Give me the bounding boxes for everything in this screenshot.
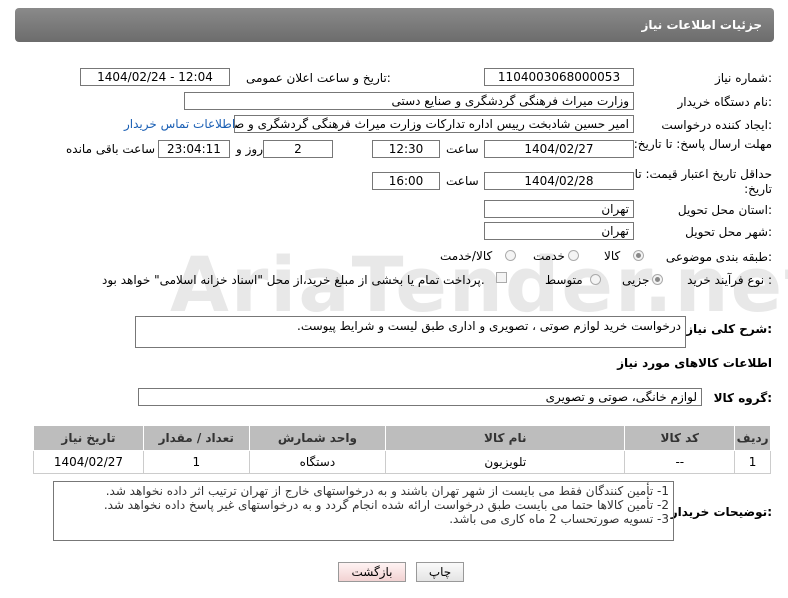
goods-group-field: لوازم خانگی، صوتی و تصویری bbox=[138, 388, 702, 406]
cell-row-number: 1 bbox=[734, 450, 771, 474]
note-line: 2- تأمین کالاها حتما می بایست طبق درخواس… bbox=[103, 498, 669, 512]
col-quantity: تعداد / مقدار bbox=[142, 425, 250, 451]
city-label: شهر محل تحویل: bbox=[685, 225, 772, 239]
process-minor-label: جزیی bbox=[622, 273, 650, 287]
goods-section-title: اطلاعات کالاهای مورد نیاز bbox=[617, 356, 772, 370]
province-label: استان محل تحویل: bbox=[677, 203, 772, 217]
creator-field: امیر حسین شادبخت رییس اداره تدارکات وزار… bbox=[234, 115, 634, 133]
need-number-label: شماره نیاز: bbox=[714, 71, 772, 85]
price-time-label: ساعت bbox=[446, 174, 479, 188]
treasury-payment-text: پرداخت تمام یا بخشی از مبلغ خرید،از محل … bbox=[102, 273, 485, 287]
city-field: تهران bbox=[484, 222, 634, 240]
reply-time-label: ساعت bbox=[446, 142, 479, 156]
category-goods-service-radio[interactable] bbox=[505, 250, 516, 261]
description-label: شرح کلی نیاز: bbox=[686, 322, 772, 336]
need-number-field: 1104003068000053 bbox=[484, 68, 634, 86]
category-goods-label: کالا bbox=[604, 249, 621, 263]
reply-deadline-label: مهلت ارسال پاسخ: تا تاریخ: bbox=[633, 137, 772, 151]
province-field: تهران bbox=[484, 200, 634, 218]
contact-buyer-link[interactable]: اطلاعات تماس خریدار bbox=[124, 117, 235, 131]
announce-field: 1404/02/24 - 12:04 bbox=[80, 68, 230, 86]
note-line: 1- تأمین کنندگان فقط می بایست از شهر تهر… bbox=[105, 484, 669, 498]
category-label: طبقه بندی موضوعی: bbox=[665, 250, 772, 264]
col-row-number: ردیف bbox=[734, 425, 771, 451]
description-field: درخواست خرید لوازم صوتی ، تصویری و اداری… bbox=[135, 316, 686, 348]
cell-item-code: -- bbox=[624, 450, 736, 474]
col-need-date: تاریخ نیاز bbox=[33, 425, 144, 451]
cell-unit: دستگاه bbox=[248, 450, 387, 474]
reply-time-field: 12:30 bbox=[372, 140, 440, 158]
process-medium-radio[interactable] bbox=[590, 274, 601, 285]
process-label: نوع فرآیند خرید : bbox=[687, 273, 772, 287]
back-button[interactable]: بازگشت bbox=[338, 562, 406, 582]
price-time-field: 16:00 bbox=[372, 172, 440, 190]
page-header: جزئیات اطلاعات نیاز bbox=[15, 8, 774, 42]
price-date-field: 1404/02/28 bbox=[484, 172, 634, 190]
page-title: جزئیات اطلاعات نیاز bbox=[641, 18, 762, 32]
price-deadline-label: حداقل تاریخ اعتبار قیمت: تا تاریخ: bbox=[634, 167, 772, 196]
reply-date-field: 1404/02/27 bbox=[484, 140, 634, 158]
buyer-notes-label: توضیحات خریدار: bbox=[670, 505, 772, 519]
goods-table-header: ردیف کد کالا نام کالا واحد شمارش تعداد /… bbox=[33, 425, 771, 451]
col-item-code: کد کالا bbox=[624, 425, 736, 451]
col-unit: واحد شمارش bbox=[248, 425, 387, 451]
buyer-field: وزارت میراث فرهنگی گردشگری و صنایع دستی bbox=[184, 92, 634, 110]
table-row: 1 -- تلویزیون دستگاه 1 1404/02/27 bbox=[33, 450, 771, 474]
process-medium-label: متوسط bbox=[545, 273, 583, 287]
print-button[interactable]: چاپ bbox=[416, 562, 464, 582]
category-service-label: خدمت bbox=[533, 249, 565, 263]
category-service-radio[interactable] bbox=[568, 250, 579, 261]
col-item-name: نام کالا bbox=[385, 425, 626, 451]
buyer-notes-field: 1- تأمین کنندگان فقط می بایست از شهر تهر… bbox=[53, 481, 674, 541]
cell-quantity: 1 bbox=[142, 450, 250, 474]
announce-label: تاریخ و ساعت اعلان عمومی: bbox=[246, 71, 391, 85]
days-label: روز و bbox=[236, 142, 263, 156]
buyer-label: نام دستگاه خریدار: bbox=[677, 95, 773, 109]
goods-group-label: گروه کالا: bbox=[713, 391, 772, 405]
goods-table: ردیف کد کالا نام کالا واحد شمارش تعداد /… bbox=[33, 425, 771, 474]
cell-need-date: 1404/02/27 bbox=[33, 450, 144, 474]
category-goods-service-label: کالا/خدمت bbox=[440, 249, 493, 263]
creator-label: ایجاد کننده درخواست: bbox=[661, 118, 772, 132]
remaining-field: 23:04:11 bbox=[158, 140, 230, 158]
remaining-label: ساعت باقی مانده bbox=[66, 142, 156, 156]
note-line: 3- تسویه صورتحساب 2 ماه کاری می باشد. bbox=[449, 512, 669, 526]
category-goods-radio[interactable] bbox=[633, 250, 644, 261]
cell-item-name: تلویزیون bbox=[385, 450, 626, 474]
process-minor-radio[interactable] bbox=[652, 274, 663, 285]
treasury-payment-checkbox[interactable] bbox=[496, 272, 507, 283]
days-field: 2 bbox=[263, 140, 333, 158]
